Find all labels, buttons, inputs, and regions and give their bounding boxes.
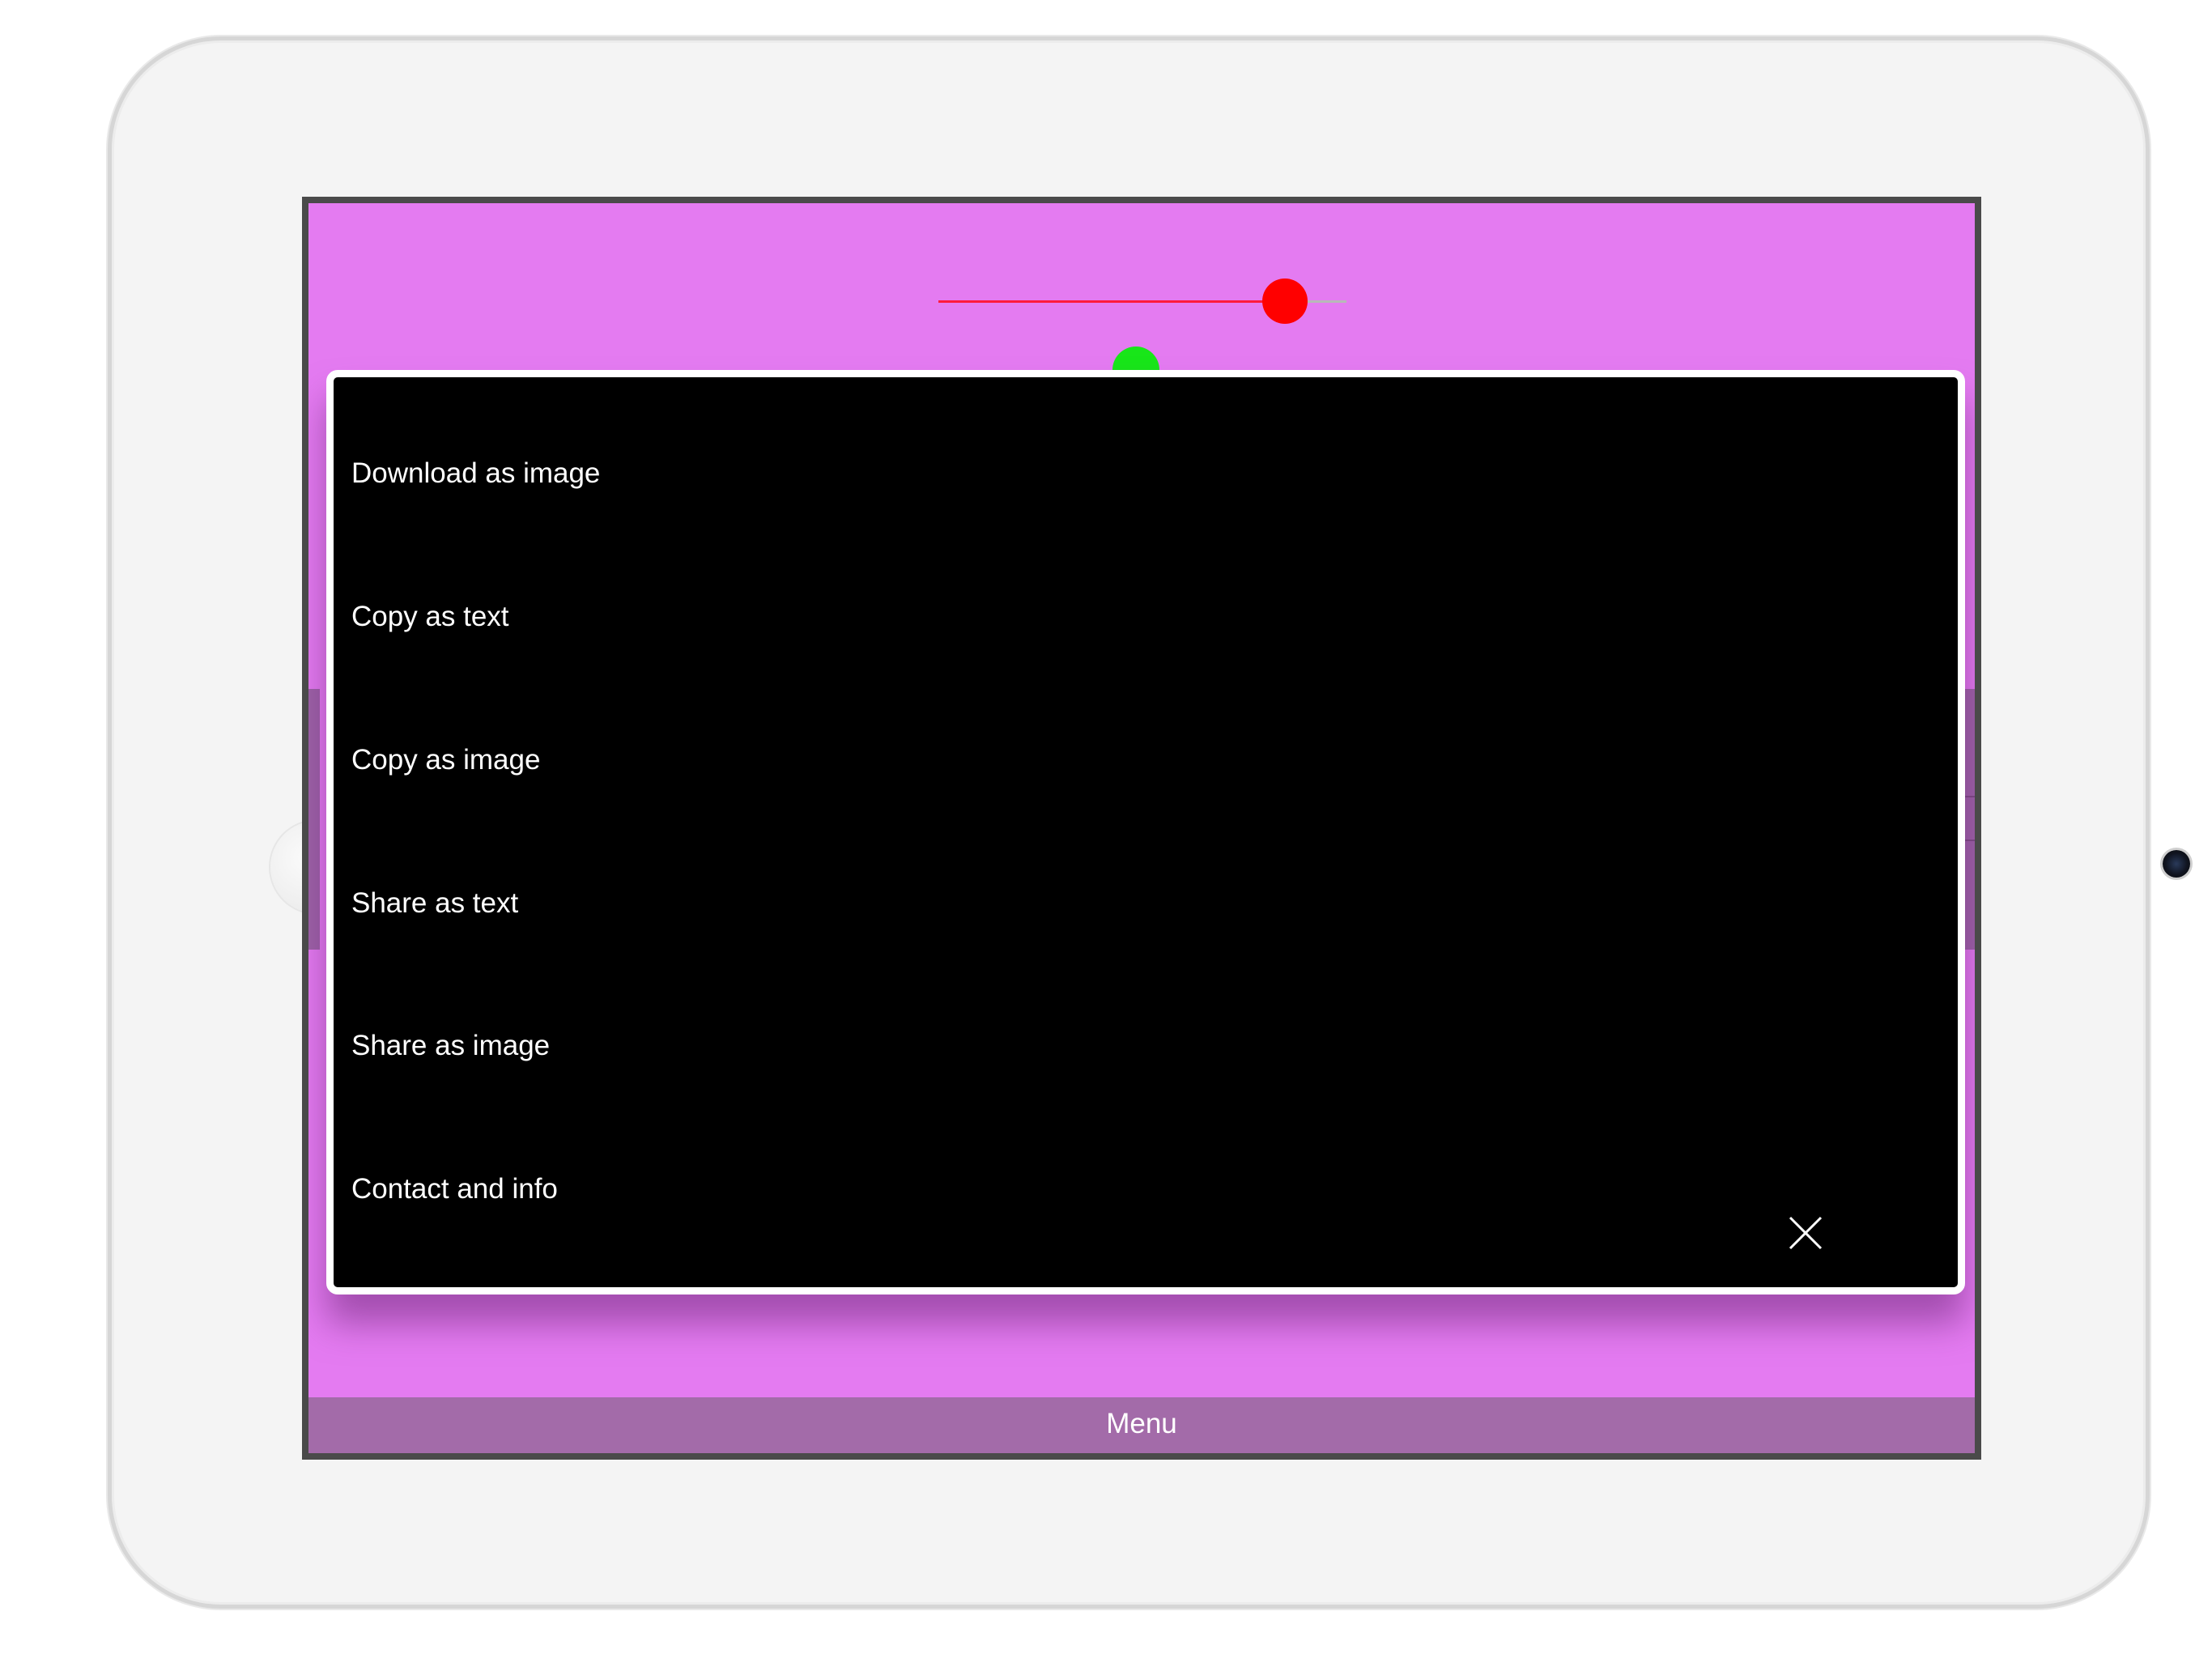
value-slider[interactable] xyxy=(938,278,1346,326)
slider-track-filled xyxy=(938,300,1285,303)
side-band-left xyxy=(308,689,320,950)
app-screen: Download as image Copy as text Copy as i… xyxy=(302,197,1981,1460)
menu-bar-label: Menu xyxy=(1106,1408,1177,1439)
menu-item-share-as-text[interactable]: Share as text xyxy=(351,887,518,920)
slider-thumb[interactable] xyxy=(1262,278,1308,324)
close-icon[interactable] xyxy=(1785,1213,1826,1253)
menu-item-copy-as-text[interactable]: Copy as text xyxy=(351,601,509,633)
menu-panel: Download as image Copy as text Copy as i… xyxy=(326,370,1965,1295)
menu-item-copy-as-image[interactable]: Copy as image xyxy=(351,744,540,776)
menu-bar[interactable]: Menu xyxy=(308,1397,1975,1453)
menu-item-contact-and-info[interactable]: Contact and info xyxy=(351,1173,558,1205)
menu-item-download-as-image[interactable]: Download as image xyxy=(351,457,600,490)
menu-item-share-as-image[interactable]: Share as image xyxy=(351,1030,550,1062)
camera-icon xyxy=(2163,850,2190,878)
